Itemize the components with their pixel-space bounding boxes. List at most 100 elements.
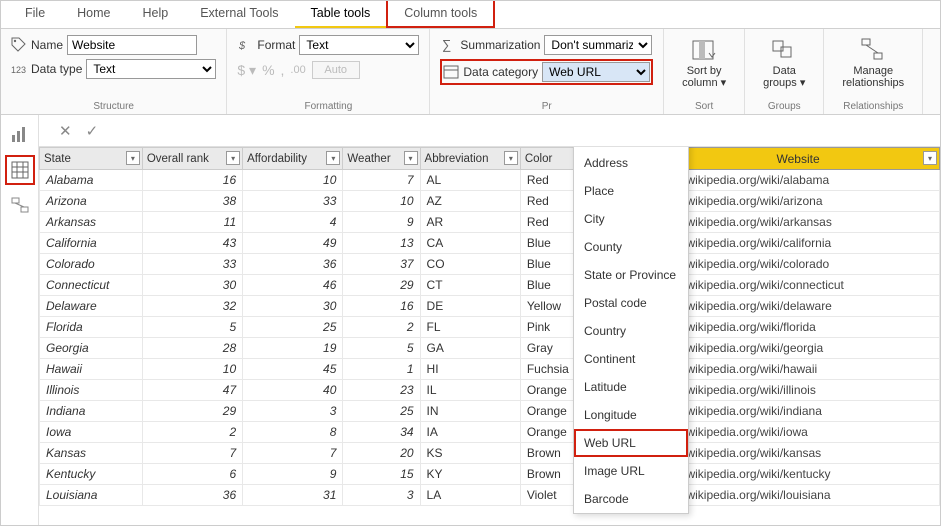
cell[interactable]: 10 (142, 359, 242, 380)
cell[interactable]: //en.wikipedia.org/wiki/kentucky (657, 464, 940, 485)
cell[interactable]: 30 (142, 275, 242, 296)
cell[interactable]: 37 (343, 254, 420, 275)
cell[interactable]: 10 (243, 170, 343, 191)
cell[interactable]: FL (420, 317, 520, 338)
table-row[interactable]: Illinois474023ILOrange#b20//en.wikipedia… (40, 380, 940, 401)
column-filter-icon[interactable]: ▾ (326, 151, 340, 165)
report-view-icon[interactable] (5, 119, 35, 149)
cell[interactable]: //en.wikipedia.org/wiki/arkansas (657, 212, 940, 233)
cell[interactable]: 9 (343, 212, 420, 233)
cell[interactable]: 47 (142, 380, 242, 401)
name-input[interactable] (67, 35, 197, 55)
cell[interactable]: GA (420, 338, 520, 359)
dropdown-item[interactable]: Country (574, 317, 688, 345)
cell[interactable]: 4 (243, 212, 343, 233)
cell[interactable]: 7 (142, 443, 242, 464)
decimals-icon[interactable]: .00 (290, 64, 305, 76)
cell[interactable]: 33 (142, 254, 242, 275)
column-header[interactable]: State▾ (40, 148, 143, 170)
cell[interactable]: 33 (243, 191, 343, 212)
manage-relationships-button[interactable]: Managerelationships (834, 35, 912, 91)
cell[interactable]: 16 (142, 170, 242, 191)
dropdown-item[interactable]: Postal code (574, 289, 688, 317)
cell[interactable]: Illinois (40, 380, 143, 401)
cell[interactable]: //en.wikipedia.org/wiki/arizona (657, 191, 940, 212)
column-header[interactable]: Affordability▾ (243, 148, 343, 170)
tab-external-tools[interactable]: External Tools (184, 0, 294, 28)
cell[interactable]: 49 (243, 233, 343, 254)
cell[interactable]: DE (420, 296, 520, 317)
cell[interactable]: IL (420, 380, 520, 401)
cell[interactable]: //en.wikipedia.org/wiki/georgia (657, 338, 940, 359)
cell[interactable]: HI (420, 359, 520, 380)
table-row[interactable]: Arizona383310AZRed#b20//en.wikipedia.org… (40, 191, 940, 212)
cell[interactable]: 38 (142, 191, 242, 212)
tab-file[interactable]: File (9, 0, 61, 28)
cell[interactable]: 9 (243, 464, 343, 485)
tab-help[interactable]: Help (127, 0, 185, 28)
cell[interactable]: 7 (343, 170, 420, 191)
dropdown-item[interactable]: Latitude (574, 373, 688, 401)
table-row[interactable]: Indiana29325INOrange#a50//en.wikipedia.o… (40, 401, 940, 422)
cell[interactable]: AR (420, 212, 520, 233)
cell[interactable]: Connecticut (40, 275, 143, 296)
cell[interactable]: IA (420, 422, 520, 443)
comma-icon[interactable]: , (281, 62, 285, 78)
cell[interactable]: //en.wikipedia.org/wiki/colorado (657, 254, 940, 275)
format-select[interactable]: Text (299, 35, 419, 55)
summarization-select[interactable]: Don't summarize (544, 35, 652, 55)
cell[interactable]: Colorado (40, 254, 143, 275)
table-row[interactable]: Alabama16107ALRed#a50//en.wikipedia.org/… (40, 170, 940, 191)
cell[interactable]: //en.wikipedia.org/wiki/hawaii (657, 359, 940, 380)
table-row[interactable]: Kentucky6915KYBrown#a50//en.wikipedia.or… (40, 464, 940, 485)
dropdown-item[interactable]: Barcode (574, 485, 688, 513)
cell[interactable]: 2 (343, 317, 420, 338)
dropdown-item[interactable]: Image URL (574, 457, 688, 485)
data-category-select[interactable]: Web URL (542, 62, 650, 82)
dropdown-item[interactable]: Place (574, 177, 688, 205)
cell[interactable]: LA (420, 485, 520, 506)
dropdown-item[interactable]: Continent (574, 345, 688, 373)
cell[interactable]: 46 (243, 275, 343, 296)
table-row[interactable]: Kansas7720KSBrown#a50//en.wikipedia.org/… (40, 443, 940, 464)
cell[interactable]: 10 (343, 191, 420, 212)
cell[interactable]: 7 (243, 443, 343, 464)
cell[interactable]: 16 (343, 296, 420, 317)
table-row[interactable]: Florida5252FLPink#ffc0//en.wikipedia.org… (40, 317, 940, 338)
cell[interactable]: 23 (343, 380, 420, 401)
dropdown-item[interactable]: State or Province (574, 261, 688, 289)
tab-column-tools[interactable]: Column tools (386, 0, 495, 28)
cell[interactable]: Georgia (40, 338, 143, 359)
cell[interactable]: 20 (343, 443, 420, 464)
cell[interactable]: CT (420, 275, 520, 296)
table-row[interactable]: Iowa2834IAOrange#a50//en.wikipedia.org/w… (40, 422, 940, 443)
cell[interactable]: //en.wikipedia.org/wiki/connecticut (657, 275, 940, 296)
cell[interactable]: 13 (343, 233, 420, 254)
cell[interactable]: Hawaii (40, 359, 143, 380)
column-header[interactable]: Weather▾ (343, 148, 420, 170)
sort-by-column-button[interactable]: Sort bycolumn ▾ (674, 35, 734, 91)
data-groups-button[interactable]: Datagroups ▾ (755, 35, 813, 91)
cell[interactable]: //en.wikipedia.org/wiki/kansas (657, 443, 940, 464)
cell[interactable]: Kansas (40, 443, 143, 464)
cell[interactable]: //en.wikipedia.org/wiki/alabama (657, 170, 940, 191)
cell[interactable]: 11 (142, 212, 242, 233)
cell[interactable]: 1 (343, 359, 420, 380)
cell[interactable]: 19 (243, 338, 343, 359)
cell[interactable]: 2 (142, 422, 242, 443)
cell[interactable]: KY (420, 464, 520, 485)
column-filter-icon[interactable]: ▾ (404, 151, 418, 165)
column-header[interactable]: Abbreviation▾ (420, 148, 520, 170)
table-row[interactable]: Hawaii10451HIFuchsia#b20//en.wikipedia.o… (40, 359, 940, 380)
cell[interactable]: //en.wikipedia.org/wiki/indiana (657, 401, 940, 422)
column-filter-icon[interactable]: ▾ (504, 151, 518, 165)
cell[interactable]: 30 (243, 296, 343, 317)
cell[interactable]: //en.wikipedia.org/wiki/louisiana (657, 485, 940, 506)
cell[interactable]: 43 (142, 233, 242, 254)
cell[interactable]: //en.wikipedia.org/wiki/delaware (657, 296, 940, 317)
percent-icon[interactable]: % (262, 62, 274, 78)
tab-table-tools[interactable]: Table tools (295, 0, 387, 28)
cell[interactable]: 34 (343, 422, 420, 443)
dropdown-item[interactable]: Web URL (574, 429, 688, 457)
cell[interactable]: 25 (243, 317, 343, 338)
